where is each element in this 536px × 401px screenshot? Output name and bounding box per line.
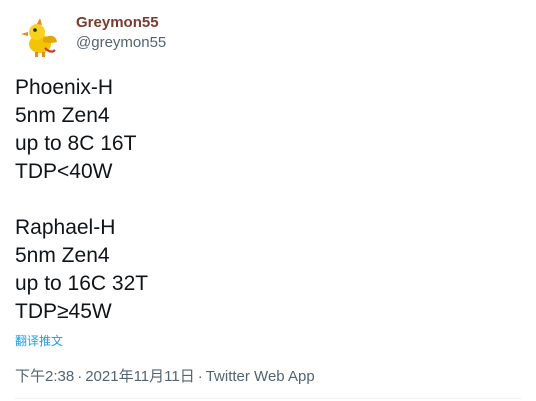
- tweet-line: TDP≥45W: [15, 300, 112, 323]
- divider: [15, 398, 521, 399]
- tweet-source[interactable]: Twitter Web App: [206, 368, 315, 385]
- tweet-line: Raphael-H: [15, 216, 116, 239]
- user-handle[interactable]: @greymon55: [76, 34, 166, 52]
- tweet-line: TDP<40W: [15, 160, 113, 183]
- yellow-bird-mascot-icon: [15, 14, 63, 62]
- avatar[interactable]: [15, 14, 63, 62]
- author-block: Greymon55 @greymon55: [76, 14, 166, 52]
- display-name[interactable]: Greymon55: [76, 14, 166, 32]
- tweet-time[interactable]: 下午2:38: [15, 368, 74, 385]
- meta-separator: ·: [77, 368, 83, 385]
- tweet-line: up to 8C 16T: [15, 132, 137, 155]
- tweet-line: 5nm Zen4: [15, 104, 110, 127]
- tweet: Greymon55 @greymon55 Phoenix-H 5nm Zen4 …: [0, 0, 536, 401]
- tweet-line: up to 16C 32T: [15, 272, 149, 295]
- tweet-date[interactable]: 2021年11月11日: [85, 368, 195, 385]
- tweet-line: Phoenix-H: [15, 76, 114, 99]
- tweet-text: Phoenix-H 5nm Zen4 up to 8C 16T TDP<40W …: [15, 74, 515, 326]
- translate-tweet-link[interactable]: 翻译推文: [15, 332, 63, 349]
- meta-separator: ·: [197, 368, 203, 385]
- tweet-line: 5nm Zen4: [15, 244, 110, 267]
- tweet-meta: 下午2:38 · 2021年11月11日 · Twitter Web App: [15, 365, 315, 386]
